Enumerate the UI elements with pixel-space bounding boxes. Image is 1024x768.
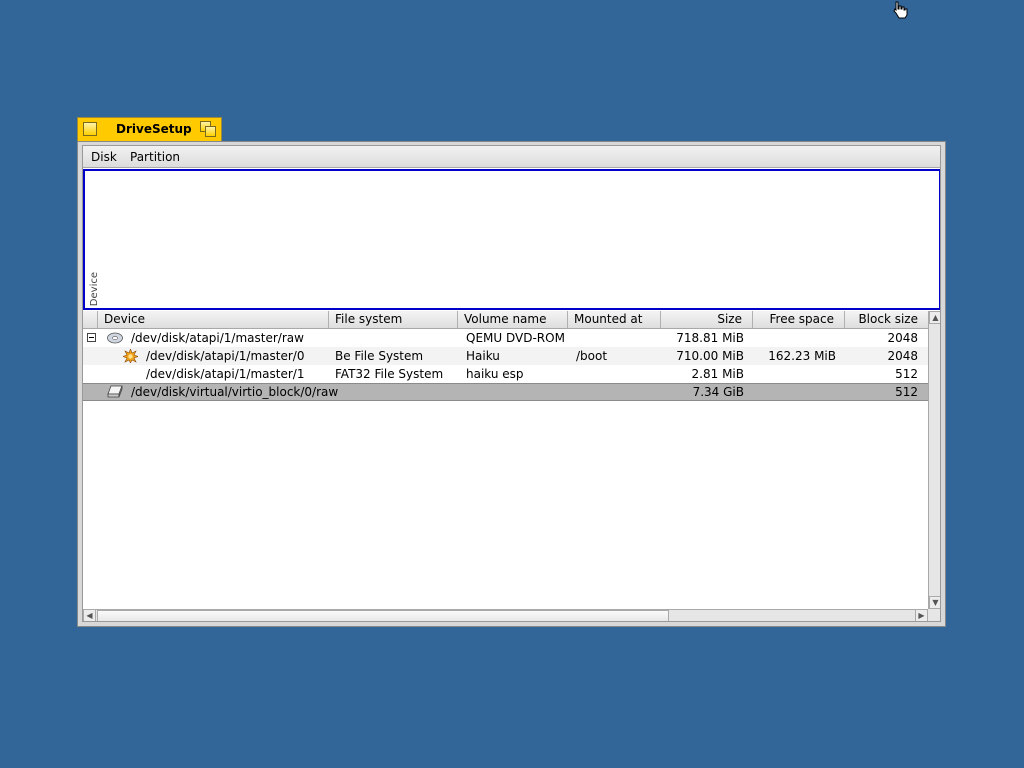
row-size: 2.81 MiB bbox=[691, 367, 744, 381]
row-file-system: Be File System bbox=[335, 349, 424, 363]
table-row[interactable]: /dev/disk/atapi/1/master/0 Be File Syste… bbox=[83, 347, 928, 365]
row-block-size: 2048 bbox=[887, 331, 918, 345]
row-volume-name: Haiku bbox=[466, 349, 500, 363]
row-block-size: 512 bbox=[895, 367, 918, 381]
row-device: /dev/disk/atapi/1/master/1 bbox=[146, 367, 305, 381]
row-mounted-at: /boot bbox=[576, 349, 608, 363]
haiku-volume-icon bbox=[123, 349, 138, 363]
row-device: /dev/disk/virtual/virtio_block/0/raw bbox=[131, 385, 339, 399]
row-file-system: FAT32 File System bbox=[335, 367, 444, 381]
column-block-size[interactable]: Block size bbox=[845, 311, 928, 328]
column-volume-name[interactable]: Volume name bbox=[458, 311, 568, 328]
row-block-size: 2048 bbox=[887, 349, 918, 363]
row-volume-name: QEMU DVD-ROM bbox=[466, 331, 565, 345]
vertical-scrollbar[interactable]: ▲ ▼ bbox=[928, 311, 940, 609]
scroll-down-arrow-icon[interactable]: ▼ bbox=[929, 596, 940, 609]
table-row[interactable]: /dev/disk/atapi/1/master/raw QEMU DVD-RO… bbox=[83, 329, 928, 347]
collapse-toggle-icon[interactable] bbox=[87, 333, 96, 342]
scroll-up-arrow-icon[interactable]: ▲ bbox=[929, 311, 940, 324]
drivesetup-window: Disk Partition Device Device File system… bbox=[77, 141, 946, 627]
table-row[interactable]: /dev/disk/atapi/1/master/1 FAT32 File Sy… bbox=[83, 365, 928, 383]
row-volume-name: haiku esp bbox=[466, 367, 524, 381]
disk-map-view[interactable]: Device bbox=[83, 169, 940, 310]
column-device[interactable]: Device bbox=[98, 311, 329, 328]
window-title: DriveSetup bbox=[116, 122, 192, 136]
menu-partition[interactable]: Partition bbox=[130, 150, 180, 164]
column-header: Device File system Volume name Mounted a… bbox=[83, 311, 928, 329]
zoom-button[interactable] bbox=[200, 121, 216, 137]
menu-disk[interactable]: Disk bbox=[91, 150, 117, 164]
column-size[interactable]: Size bbox=[661, 311, 753, 328]
row-free-space bbox=[753, 384, 836, 400]
column-expander bbox=[83, 311, 98, 328]
scroll-right-arrow-icon[interactable]: ▶ bbox=[915, 609, 928, 621]
table-row-selected[interactable]: /dev/disk/virtual/virtio_block/0/raw 7.3… bbox=[83, 383, 928, 401]
resize-grip-icon[interactable] bbox=[928, 609, 940, 621]
row-free-space bbox=[753, 365, 836, 383]
row-device: /dev/disk/atapi/1/master/0 bbox=[146, 349, 305, 363]
row-size: 710.00 MiB bbox=[676, 349, 744, 363]
cd-disk-icon bbox=[107, 332, 123, 344]
horizontal-scroll-thumb[interactable] bbox=[97, 610, 669, 621]
menubar: Disk Partition bbox=[83, 146, 940, 168]
close-button[interactable] bbox=[83, 122, 97, 136]
hard-drive-icon bbox=[107, 385, 123, 398]
scroll-left-arrow-icon[interactable]: ◀ bbox=[83, 609, 96, 621]
row-device: /dev/disk/atapi/1/master/raw bbox=[131, 331, 304, 345]
zoom-icon-front bbox=[205, 126, 216, 137]
column-free-space[interactable]: Free space bbox=[753, 311, 845, 328]
column-mounted-at[interactable]: Mounted at bbox=[568, 311, 661, 328]
row-size: 7.34 GiB bbox=[692, 385, 744, 399]
window-title-tab[interactable]: DriveSetup bbox=[77, 117, 222, 141]
disk-map-label: Device bbox=[89, 271, 100, 306]
hand-cursor-icon bbox=[893, 1, 908, 19]
row-block-size: 512 bbox=[895, 385, 918, 399]
window-content: Disk Partition Device Device File system… bbox=[82, 145, 941, 622]
row-size: 718.81 MiB bbox=[676, 331, 744, 345]
partition-list[interactable]: Device File system Volume name Mounted a… bbox=[83, 311, 928, 609]
horizontal-scrollbar[interactable]: ◀ ▶ bbox=[83, 609, 928, 621]
row-free-space bbox=[753, 329, 836, 347]
column-file-system[interactable]: File system bbox=[329, 311, 458, 328]
row-free-space: 162.23 MiB bbox=[768, 349, 836, 363]
